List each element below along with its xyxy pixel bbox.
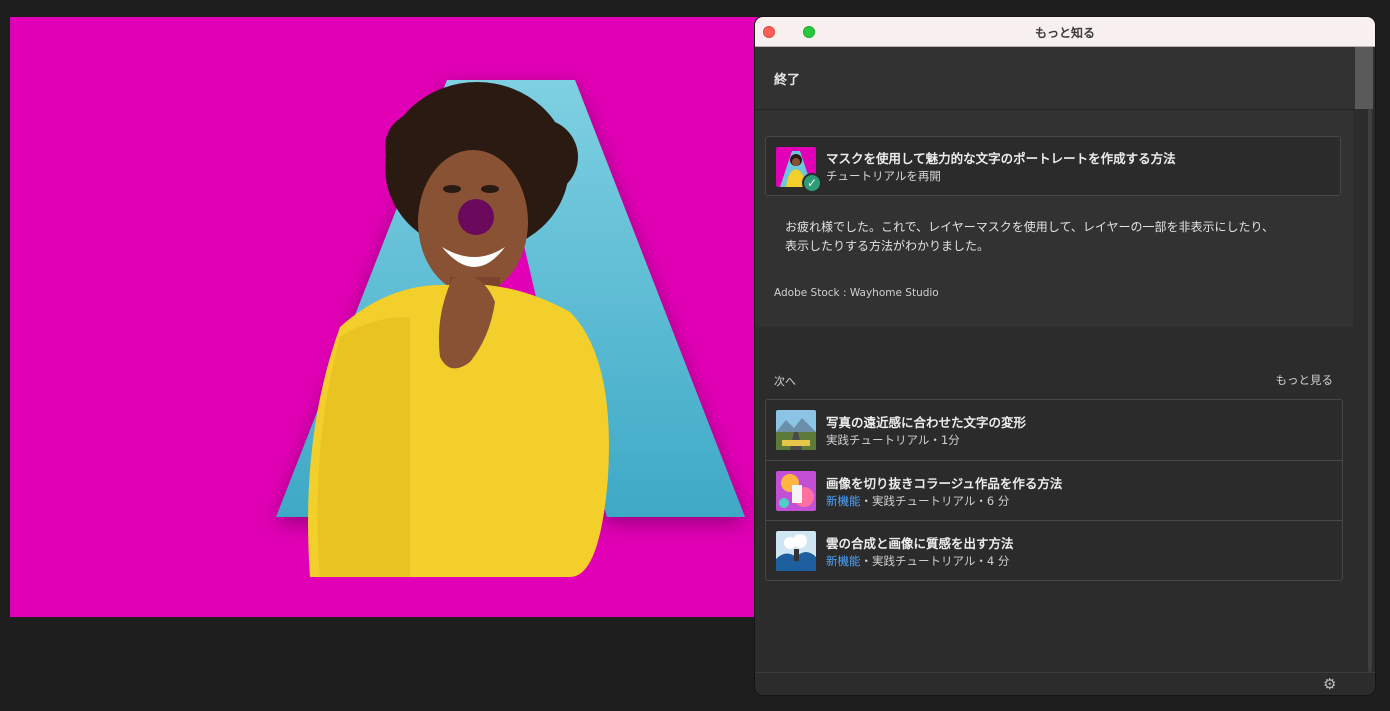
resume-tutorial-link[interactable]: チュートリアルを再開 [826, 168, 941, 184]
tutorial-meta-text: ・実践チュートリアル・4 分 [860, 554, 1010, 568]
gear-icon[interactable]: ⚙ [1323, 675, 1336, 693]
scrollbar-track[interactable] [1355, 47, 1375, 672]
next-section-label: 次へ [774, 375, 796, 388]
current-tutorial-section: ✓ マスクを使用して魅力的な文字のポートレートを作成する方法 チュートリアルを再… [755, 110, 1353, 327]
current-tutorial-title: マスクを使用して魅力的な文字のポートレートを作成する方法 [826, 151, 1176, 166]
current-tutorial-card[interactable]: ✓ マスクを使用して魅力的な文字のポートレートを作成する方法 チュートリアルを再… [765, 136, 1341, 196]
tutorial-meta: 実践チュートリアル・1分 [826, 432, 960, 448]
tutorial-thumbnail [776, 471, 816, 511]
tutorial-meta-text: ・実践チュートリアル・6 分 [860, 494, 1010, 508]
window-titlebar: もっと知る [755, 17, 1375, 47]
tutorial-meta: 新機能・実践チュートリアル・4 分 [826, 553, 1009, 569]
tutorial-meta: 新機能・実践チュートリアル・6 分 [826, 493, 1009, 509]
list-item[interactable]: 雲の合成と画像に質感を出す方法 新機能・実践チュートリアル・4 分 [766, 520, 1342, 580]
next-tutorials-list: 写真の遠近感に合わせた文字の変形 実践チュートリアル・1分 画像を切り抜きコラー… [765, 399, 1343, 581]
tutorial-title: 雲の合成と画像に質感を出す方法 [826, 536, 1014, 551]
completion-message-line: 表示したりする方法がわかりました。 [785, 239, 990, 253]
portrait-artwork [276, 80, 745, 577]
scrollbar-thumb[interactable] [1355, 47, 1373, 109]
scrollbar-rail [1368, 109, 1372, 672]
new-badge: 新機能 [826, 554, 861, 568]
tutorial-meta-text: 実践チュートリアル・1分 [826, 433, 960, 447]
new-badge: 新機能 [826, 494, 861, 508]
tutorial-title: 写真の遠近感に合わせた文字の変形 [826, 415, 1027, 430]
window-title: もっと知る [1034, 26, 1095, 40]
panel-header: 終了 [755, 47, 1355, 110]
tutorial-thumbnail [776, 410, 816, 450]
see-more-link[interactable]: もっと見る [1276, 372, 1334, 388]
panel-footer: ⚙ [755, 672, 1375, 695]
learn-panel: もっと知る 終了 ✓ マスクを使用して魅力的な文字のポートレートを作成する方法 … [755, 17, 1375, 695]
completion-message-line: お疲れ様でした。これで、レイヤーマスクを使用して、レイヤーの一部を非表示にしたり… [785, 220, 1275, 234]
checkmark-icon: ✓ [802, 173, 822, 193]
image-credit: Adobe Stock : Wayhome Studio [774, 287, 939, 299]
tutorial-thumbnail [776, 531, 816, 571]
list-item[interactable]: 写真の遠近感に合わせた文字の変形 実践チュートリアル・1分 [766, 400, 1342, 460]
list-item[interactable]: 画像を切り抜きコラージュ作品を作る方法 新機能・実践チュートリアル・6 分 [766, 460, 1342, 520]
tutorial-title: 画像を切り抜きコラージュ作品を作る方法 [826, 476, 1063, 491]
document-canvas [10, 17, 770, 617]
end-tutorial-link[interactable]: 終了 [774, 69, 800, 88]
tutorial-hotspot-dot [458, 199, 494, 235]
completion-message: お疲れ様でした。これで、レイヤーマスクを使用して、レイヤーの一部を非表示にしたり… [785, 218, 1325, 256]
